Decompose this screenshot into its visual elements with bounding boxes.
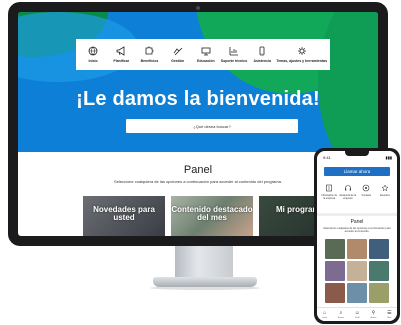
card-novedades[interactable]: Novedades para usted xyxy=(83,196,165,236)
nav-item-soporte[interactable]: Soporte técnico xyxy=(220,39,248,70)
chart-icon xyxy=(229,47,239,56)
monitor-icon xyxy=(201,47,211,56)
quick-link-contacto[interactable]: Contacto xyxy=(357,184,375,210)
mobile-phone: 9:41 ▮▮▮ Llamar ahora Información de la … xyxy=(314,148,400,324)
content-tile[interactable] xyxy=(325,261,345,281)
monitor-stand-neck xyxy=(175,246,233,280)
card-label: Contenido destacado del mes xyxy=(171,205,253,222)
phone-notch xyxy=(345,151,369,156)
signal-battery-icon: ▮▮▮ xyxy=(385,155,392,160)
profile-icon: ☺ xyxy=(354,309,360,316)
headset-icon xyxy=(344,185,351,191)
hands-icon xyxy=(173,47,182,56)
nav-item-inicio[interactable]: Inicio xyxy=(79,39,107,70)
content-tile[interactable] xyxy=(347,283,367,303)
globe-icon xyxy=(88,46,98,56)
quick-link-empresa[interactable]: Información de la empresa xyxy=(320,184,338,210)
content-tile[interactable] xyxy=(325,239,345,259)
status-time: 9:41 xyxy=(323,155,331,160)
content-tile[interactable] xyxy=(369,239,389,259)
card-label: Novedades para usted xyxy=(93,205,155,222)
gear-icon xyxy=(297,47,306,55)
content-tile[interactable] xyxy=(369,261,389,281)
bell-icon: ⚲ xyxy=(371,309,376,316)
phone-panel-description: Seleccione cualquiera de las opciones a … xyxy=(323,227,391,234)
nav-item-educacion[interactable]: Educación xyxy=(192,39,220,70)
building-icon xyxy=(326,184,333,192)
phone-divider xyxy=(317,213,397,216)
tab-buscar[interactable]: ⌕ Buscar xyxy=(338,309,344,319)
content-tile[interactable] xyxy=(325,283,345,303)
search-placeholder: ¿Qué desea buscar? xyxy=(193,123,231,129)
phone-status-bar: 9:41 ▮▮▮ xyxy=(317,151,397,163)
nav-item-gestion[interactable]: Gestión xyxy=(164,39,192,70)
nav-item-beneficios[interactable]: Beneficios xyxy=(135,39,163,70)
quick-link-favoritos[interactable]: Favoritos xyxy=(376,184,394,210)
search-input[interactable]: ¿Qué desea buscar? xyxy=(126,119,298,133)
content-tile[interactable] xyxy=(347,239,367,259)
content-tile[interactable] xyxy=(347,261,367,281)
call-now-button[interactable]: Llamar ahora xyxy=(324,167,390,176)
nav-item-temas[interactable]: Temas, ajustes y herramientas xyxy=(276,39,327,70)
phone-screen: 9:41 ▮▮▮ Llamar ahora Información de la … xyxy=(317,151,397,321)
search-icon: ⌕ xyxy=(339,309,343,316)
phone-panel-title: Panel xyxy=(350,219,364,225)
hero-banner: Inicio Planificar Beneficios Gestión Edu… xyxy=(18,12,378,152)
phone-content-grid xyxy=(325,239,389,303)
tab-perfil[interactable]: ☺ Perfil xyxy=(354,309,360,319)
card-contenido-destacado[interactable]: Contenido destacado del mes xyxy=(171,196,253,236)
hero-decoration xyxy=(318,12,378,152)
menu-icon: ☰ xyxy=(387,309,392,316)
phone-icon xyxy=(259,46,265,56)
monitor-stand-base xyxy=(153,277,257,287)
chat-icon xyxy=(362,184,370,192)
camera-dot xyxy=(196,6,200,10)
welcome-heading: ¡Le damos la bienvenida! xyxy=(76,88,320,110)
main-nav: Inicio Planificar Beneficios Gestión Edu… xyxy=(76,39,330,70)
phone-quick-links: Información de la empresa Asistencia de … xyxy=(320,184,394,210)
megaphone-icon xyxy=(116,46,125,56)
quick-link-asistencia[interactable]: Asistencia de la empresa xyxy=(339,184,357,210)
puzzle-icon xyxy=(146,46,154,55)
home-icon: ⌂ xyxy=(323,309,327,316)
tab-inicio[interactable]: ⌂ Inicio xyxy=(322,309,327,319)
content-tile[interactable] xyxy=(369,283,389,303)
nav-item-planificar[interactable]: Planificar xyxy=(107,39,135,70)
phone-tab-bar: ⌂ Inicio ⌕ Buscar ☺ Perfil ⚲ Avisos ☰ Más xyxy=(317,307,397,321)
nav-item-asistencia[interactable]: Asistencia xyxy=(248,39,276,70)
tab-mas[interactable]: ☰ Más xyxy=(387,309,392,319)
tab-avisos[interactable]: ⚲ Avisos xyxy=(371,309,377,319)
star-icon xyxy=(381,184,389,192)
